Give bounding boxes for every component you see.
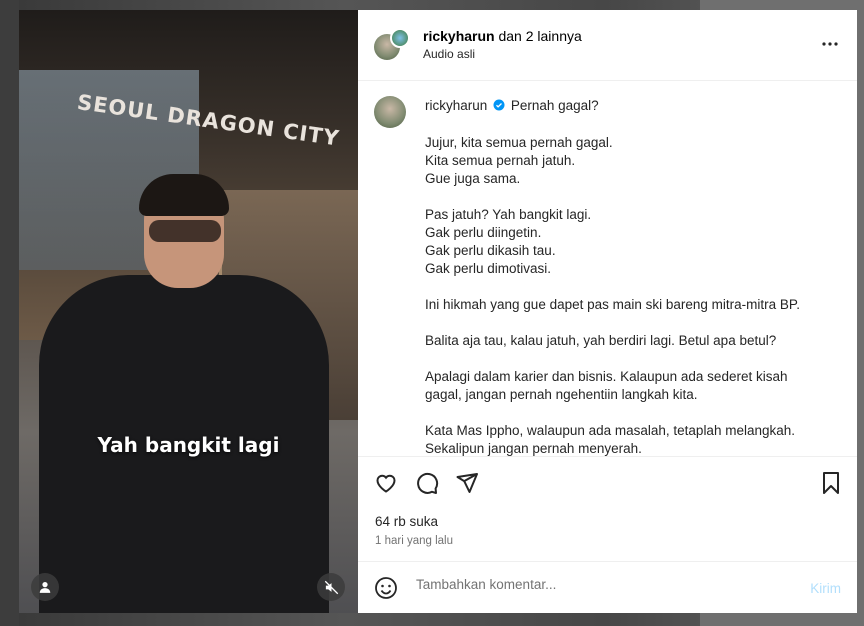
comment-bubble-icon xyxy=(417,472,439,494)
bookmark-icon xyxy=(823,472,839,494)
action-bar: 64 rb suka 1 hari yang lalu xyxy=(358,456,857,569)
like-count[interactable]: 64 rb suka xyxy=(375,514,438,529)
video-caption: Yah bangkit lagi xyxy=(97,433,280,457)
caption-line xyxy=(425,314,835,332)
header-username[interactable]: rickyharun dan 2 lainnya xyxy=(423,28,582,44)
caption-title: Pernah gagal? xyxy=(510,98,599,113)
verified-badge-icon xyxy=(493,99,505,111)
send-icon xyxy=(456,473,478,493)
emoji-smiley-icon xyxy=(375,577,397,599)
comment-button[interactable] xyxy=(415,471,439,500)
caption-line: Kata Mas Ippho, walaupun ada masalah, te… xyxy=(425,423,795,438)
person-figure xyxy=(39,174,329,613)
comment-bar: Kirim xyxy=(358,561,857,614)
comment-input[interactable] xyxy=(414,576,778,593)
more-options-button[interactable] xyxy=(821,34,839,52)
background-thumbnail[interactable] xyxy=(0,0,19,626)
mute-button[interactable] xyxy=(317,573,345,601)
caption-avatar[interactable] xyxy=(374,96,406,128)
caption-line xyxy=(425,188,835,206)
caption-line xyxy=(425,350,835,368)
caption-line xyxy=(425,278,835,296)
caption-area: rickyharun Pernah gagal? Jujur, kita sem… xyxy=(358,81,857,456)
caption-username[interactable]: rickyharun xyxy=(425,98,487,113)
caption-heading: rickyharun Pernah gagal? xyxy=(425,98,599,113)
post-modal: SEOUL DRAGON CITY Yah bangkit lagi ricky… xyxy=(19,10,857,613)
caption-line: Gak perlu diingetin. xyxy=(425,225,542,240)
caption-line: Balita aja tau, kalau jatuh, yah berdiri… xyxy=(425,333,777,348)
tagged-users-button[interactable] xyxy=(31,573,59,601)
post-comment-button[interactable]: Kirim xyxy=(810,581,841,596)
more-horizontal-icon xyxy=(822,42,838,46)
caption-line xyxy=(425,404,835,422)
share-button[interactable] xyxy=(455,471,479,500)
caption-line: Gue juga sama. xyxy=(425,171,521,186)
caption-line: Sekalipun jangan pernah menyerah. xyxy=(425,441,642,456)
audio-label[interactable]: Audio asli xyxy=(423,47,475,61)
caption-line: Pas jatuh? Yah bangkit lagi. xyxy=(425,207,592,222)
speaker-muted-icon xyxy=(324,580,338,594)
person-icon xyxy=(39,582,51,593)
post-timestamp[interactable]: 1 hari yang lalu xyxy=(375,535,453,547)
caption-line: Gak perlu dimotivasi. xyxy=(425,261,552,276)
post-header: rickyharun dan 2 lainnya Audio asli xyxy=(358,10,857,81)
post-panel: rickyharun dan 2 lainnya Audio asli rick… xyxy=(358,10,857,613)
reel-video[interactable]: SEOUL DRAGON CITY Yah bangkit lagi xyxy=(19,10,358,613)
caption-line: Kita semua pernah jatuh. xyxy=(425,153,576,168)
emoji-button[interactable] xyxy=(374,576,398,605)
save-button[interactable] xyxy=(820,471,842,500)
caption-text: Jujur, kita semua pernah gagal. Kita sem… xyxy=(425,134,835,456)
caption-line: gagal, jangan pernah ngehentiin langkah … xyxy=(425,387,698,402)
caption-line: Jujur, kita semua pernah gagal. xyxy=(425,135,613,150)
caption-line: Ini hikmah yang gue dapet pas main ski b… xyxy=(425,297,800,312)
caption-line: Apalagi dalam karier dan bisnis. Kalaupu… xyxy=(425,369,788,384)
heart-icon xyxy=(376,474,396,493)
like-button[interactable] xyxy=(374,471,398,500)
caption-line: Gak perlu dikasih tau. xyxy=(425,243,556,258)
collab-avatar[interactable] xyxy=(390,28,410,48)
